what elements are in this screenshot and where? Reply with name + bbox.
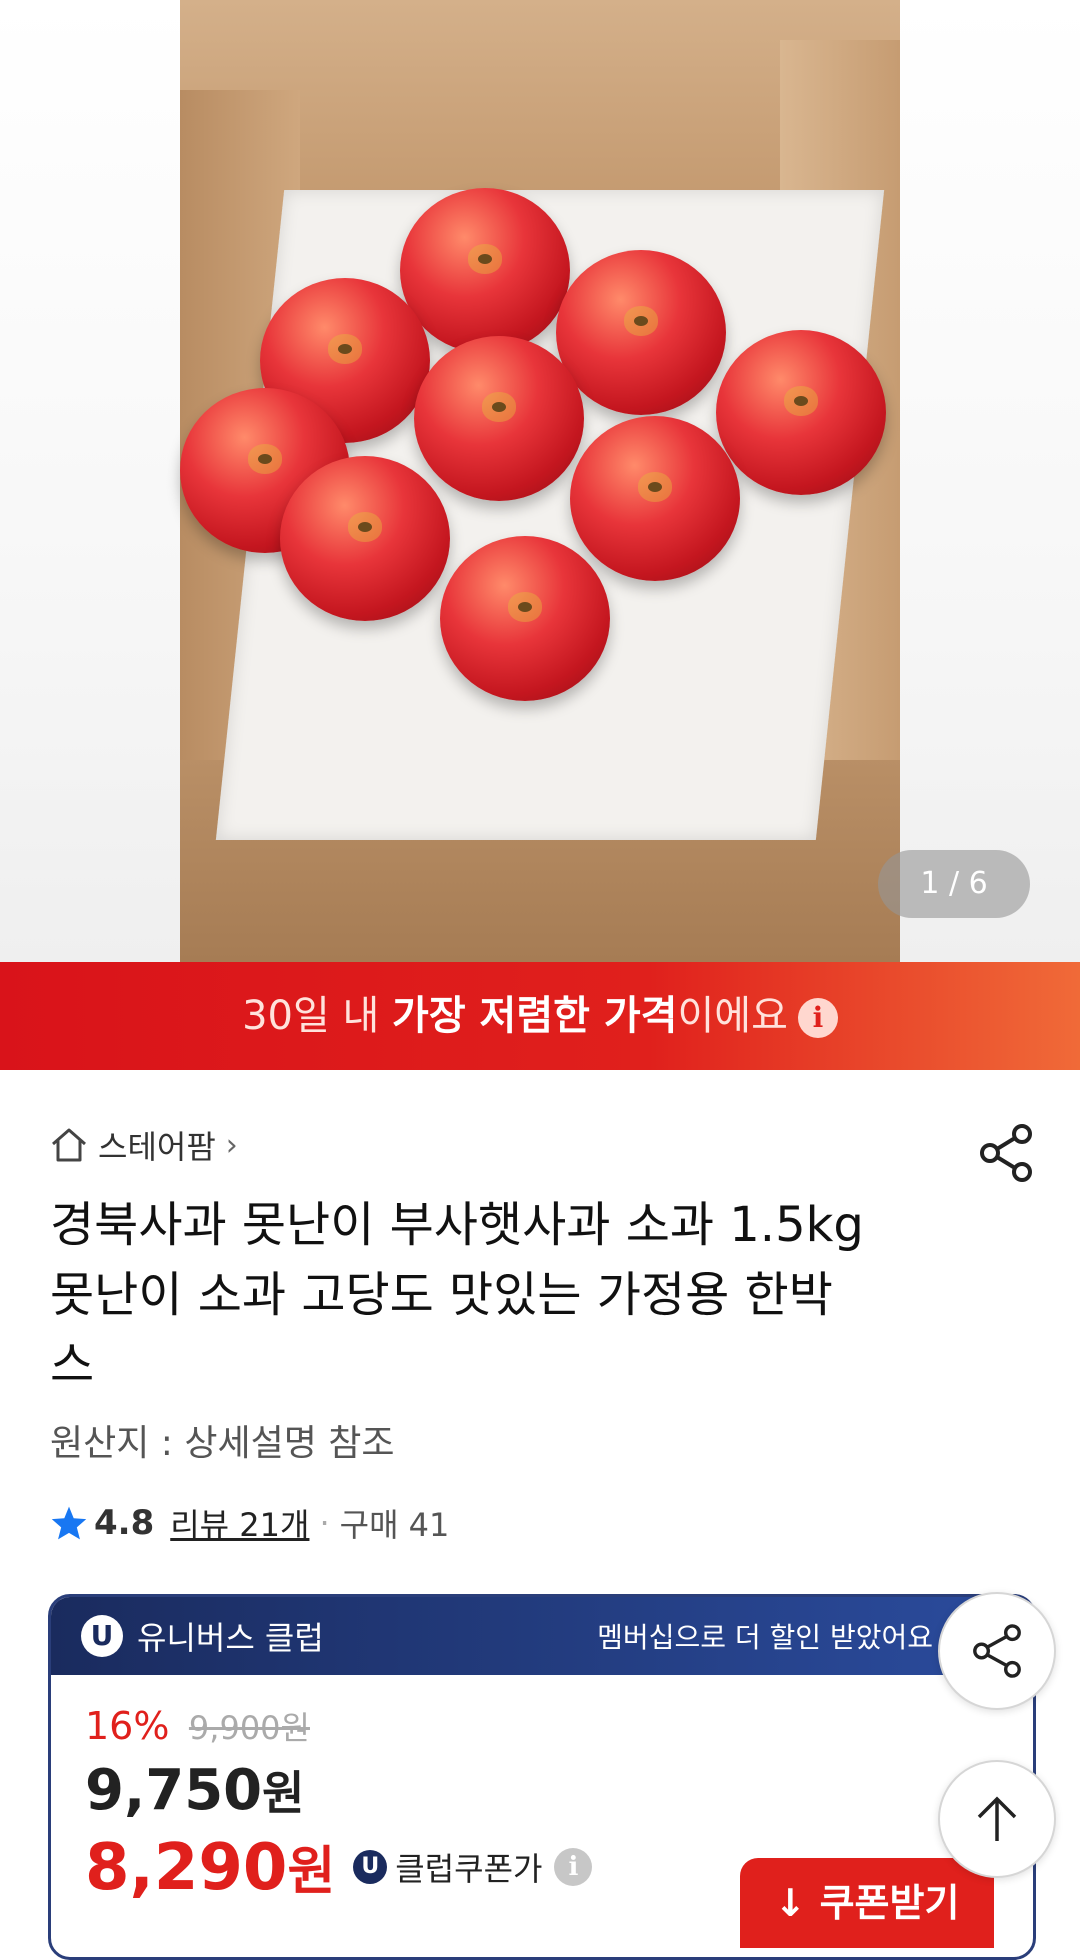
store-name: 스테어팜 xyxy=(98,1128,216,1166)
membership-header[interactable]: U 유니버스 클럽 멤버십으로 더 할인 받았어요 xyxy=(51,1597,1033,1675)
origin-info: 원산지 : 상세설명 참조 xyxy=(50,1423,395,1464)
apple xyxy=(280,456,450,621)
info-icon[interactable]: i xyxy=(797,998,838,1038)
apple xyxy=(556,250,726,415)
info-icon[interactable]: i xyxy=(554,1848,593,1886)
universe-club-logo: U xyxy=(81,1615,123,1657)
counter-current: 1 xyxy=(920,866,940,901)
banner-prefix: 30일 내 xyxy=(242,993,393,1039)
discount-percent: 16% xyxy=(85,1704,170,1748)
club-name: 유니버스 클럽 xyxy=(137,1619,324,1657)
review-link[interactable]: 리뷰 21개 xyxy=(170,1500,309,1546)
purchase-count: 구매 41 xyxy=(339,1506,450,1544)
apple xyxy=(570,416,740,581)
get-coupon-button[interactable]: ↓ 쿠폰받기 xyxy=(740,1858,994,1948)
original-price: 9,900원 xyxy=(188,1709,310,1747)
club-price-unit: 원 xyxy=(287,1842,336,1902)
club-price-number: 8,290 xyxy=(85,1831,288,1905)
sale-price: 9,750원 xyxy=(85,1757,304,1823)
banner-highlight: 가장 저렴한 가격 xyxy=(392,993,678,1039)
image-counter: 1 / 6 xyxy=(878,850,1030,918)
rating-score: 4.8 xyxy=(94,1503,155,1543)
lowest-price-banner[interactable]: 30일 내 가장 저렴한 가격이에요 i xyxy=(0,962,1080,1070)
separator: · xyxy=(319,1504,330,1542)
apple xyxy=(400,188,570,353)
discount-row: 16% 9,900원 xyxy=(85,1703,310,1749)
club-price-row: 8,290원 U 클럽쿠폰가 i xyxy=(85,1829,593,1905)
banner-suffix: 이에요 xyxy=(677,993,788,1039)
floating-share-button[interactable] xyxy=(938,1592,1056,1710)
home-icon xyxy=(52,1128,86,1162)
store-link[interactable]: 스테어팜 › xyxy=(50,1120,238,1170)
arrow-up-icon xyxy=(977,1796,1017,1841)
sale-price-number: 9,750 xyxy=(85,1758,263,1823)
sale-price-unit: 원 xyxy=(262,1766,305,1820)
club-price: 8,290원 xyxy=(85,1829,335,1905)
membership-tagline: 멤버십으로 더 할인 받았어요 xyxy=(597,1621,933,1654)
share-icon[interactable] xyxy=(978,1124,1034,1182)
share-icon xyxy=(973,1624,1021,1678)
apple xyxy=(414,336,584,501)
star-icon xyxy=(51,1506,87,1540)
product-title: 경북사과 못난이 부사햇사과 소과 1.5kg 못난이 소과 고당도 맛있는 가… xyxy=(50,1197,864,1393)
club-badge-icon: U xyxy=(353,1850,388,1884)
club-coupon-label: 클럽쿠폰가 xyxy=(395,1850,543,1888)
product-image[interactable]: 1 / 6 xyxy=(0,0,1080,962)
counter-total: 6 xyxy=(968,866,988,901)
apple xyxy=(716,330,886,495)
counter-separator: / xyxy=(939,866,969,901)
scroll-to-top-button[interactable] xyxy=(938,1760,1056,1878)
rating-row: 4.8 리뷰 21개 · 구매 41 xyxy=(50,1498,449,1548)
chevron-right-icon: › xyxy=(225,1127,238,1163)
apple xyxy=(440,536,610,701)
